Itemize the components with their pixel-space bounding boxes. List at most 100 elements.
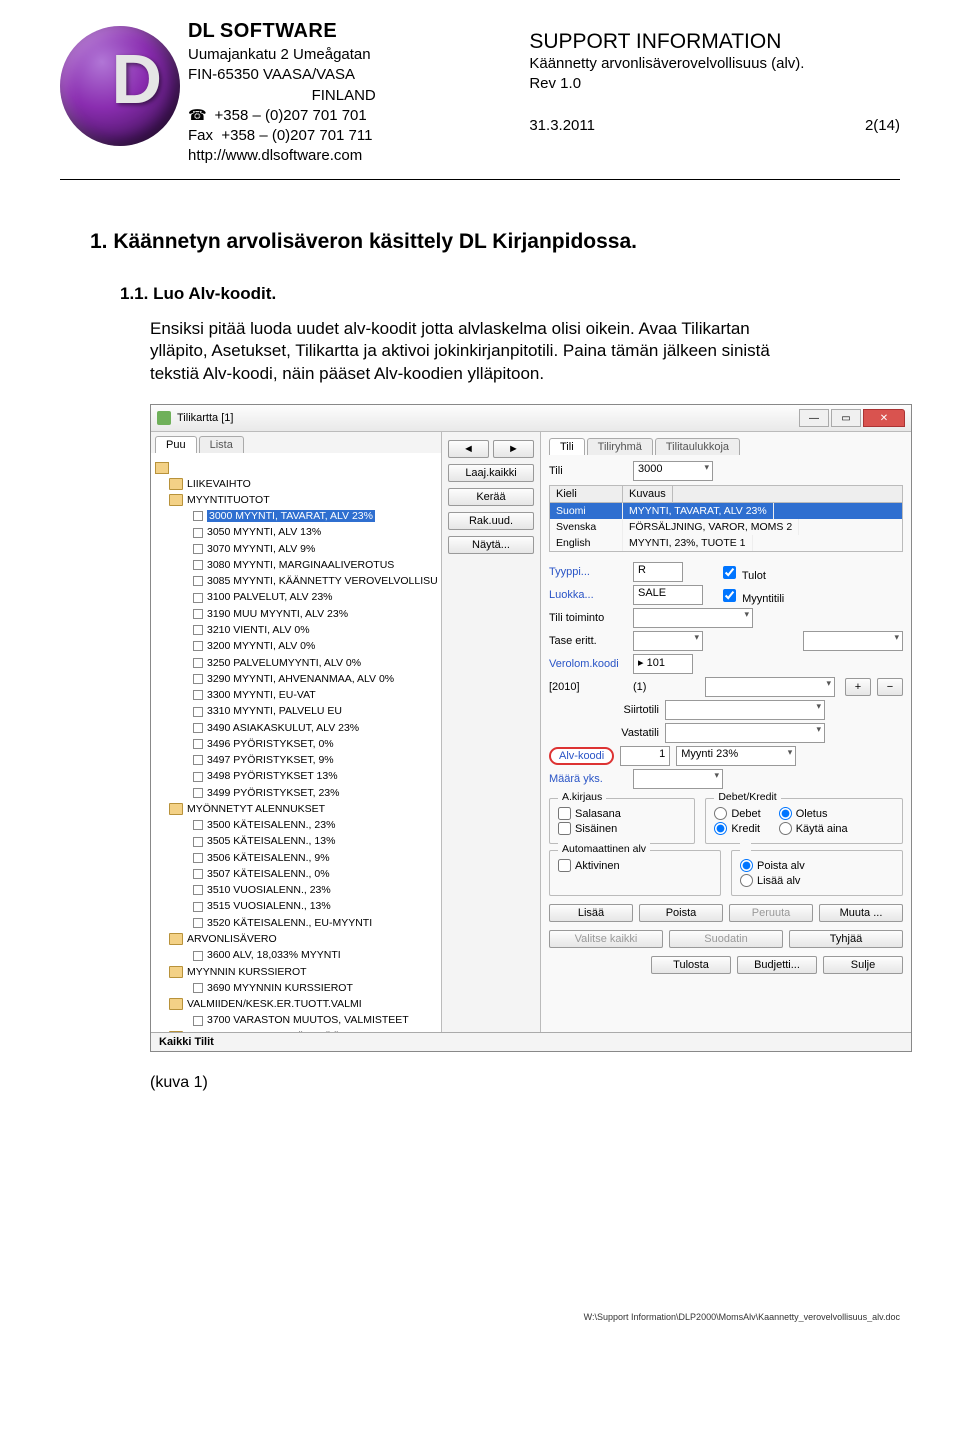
suodatin-button[interactable]: Suodatin (669, 930, 783, 948)
show-button[interactable]: Näytä... (448, 536, 534, 554)
luokka-link[interactable]: Luokka... (549, 589, 627, 601)
tree-item[interactable]: 3505 KÄTEISALENN., 13% (155, 833, 437, 849)
tase-dd2[interactable] (803, 631, 903, 651)
tab-puu[interactable]: Puu (155, 436, 197, 453)
tree-item[interactable]: 3510 VUOSIALENN., 23% (155, 882, 437, 898)
status-bar: Kaikki Tilit (151, 1032, 911, 1051)
oletus-radio[interactable] (779, 807, 792, 820)
salasana-check[interactable] (558, 807, 571, 820)
figure-caption: (kuva 1) (150, 1074, 900, 1092)
close-button[interactable]: ✕ (863, 409, 905, 427)
collapse-button[interactable]: Kerää (448, 488, 534, 506)
kredit-radio[interactable] (714, 822, 727, 835)
minus-button[interactable]: − (877, 678, 903, 696)
vasta-dd[interactable] (665, 723, 825, 743)
lisaa-button[interactable]: Lisää (549, 904, 633, 922)
maara-link[interactable]: Määrä yks. (549, 773, 627, 785)
tree-item[interactable]: 3507 KÄTEISALENN., 0% (155, 866, 437, 882)
debet-radio[interactable] (714, 807, 727, 820)
tree-item[interactable]: 3490 ASIAKASKULUT, ALV 23% (155, 720, 437, 736)
tab-tili[interactable]: Tili (549, 438, 585, 455)
tree-item[interactable]: 3498 PYÖRISTYKSET 13% (155, 768, 437, 784)
sisainen-check[interactable] (558, 822, 571, 835)
maximize-button[interactable]: ▭ (831, 409, 861, 427)
tree-item[interactable]: 3290 MYYNTI, AHVENANMAA, ALV 0% (155, 671, 437, 687)
verolom-link[interactable]: Verolom.koodi (549, 658, 627, 670)
poista-alv-radio[interactable] (740, 859, 753, 872)
tree-item[interactable]: 3200 MYYNTI, ALV 0% (155, 638, 437, 654)
alv-koodi-link[interactable]: Alv-koodi (549, 747, 614, 765)
tree-item[interactable]: 3250 PALVELUMYYNTI, ALV 0% (155, 655, 437, 671)
prev-button[interactable]: ◄ (448, 440, 489, 458)
sulje-button[interactable]: Sulje (823, 956, 903, 974)
tree-item[interactable]: VALMISTUS OMAAN KÄYTTÖÖN (155, 1029, 437, 1033)
tree-item[interactable]: 3080 MYYNTI, MARGINAALIVEROTUS (155, 557, 437, 573)
tree-root[interactable] (155, 459, 437, 475)
myyntitili-check[interactable] (723, 589, 736, 602)
budjetti-button[interactable]: Budjetti... (737, 956, 817, 974)
tree-item[interactable]: 3190 MUU MYYNTI, ALV 23% (155, 606, 437, 622)
tree-item[interactable]: 3499 PYÖRISTYKSET, 23% (155, 785, 437, 801)
tree-item[interactable]: ARVONLISÄVERO (155, 931, 437, 947)
tree-item[interactable]: 3000 MYYNTI, TAVARAT, ALV 23% (155, 508, 437, 524)
tree-item[interactable]: 3515 VUOSIALENN., 13% (155, 898, 437, 914)
tree-item[interactable]: 3496 PYÖRISTYKSET, 0% (155, 736, 437, 752)
tree-item[interactable]: 3300 MYYNTI, EU-VAT (155, 687, 437, 703)
tree-item[interactable]: 3100 PALVELUT, ALV 23% (155, 589, 437, 605)
tree-item[interactable]: 3700 VARASTON MUUTOS, VALMISTEET (155, 1012, 437, 1028)
muuta-button[interactable]: Muuta ... (819, 904, 903, 922)
tree-item[interactable]: 3310 MYYNTI, PALVELU EU (155, 703, 437, 719)
tulot-check[interactable] (723, 566, 736, 579)
expand-all-button[interactable]: Laaj.kaikki (448, 464, 534, 482)
tyyppi-field[interactable]: R (633, 562, 683, 582)
luokka-field[interactable]: SALE (633, 585, 703, 605)
account-tree[interactable]: LIIKEVAIHTOMYYNTITUOTOT3000 MYYNTI, TAVA… (151, 453, 441, 1032)
yr-dd[interactable] (705, 677, 835, 697)
lang-row[interactable]: SuomiMYYNTI, TAVARAT, ALV 23% (550, 503, 902, 519)
tree-item[interactable]: 3600 ALV, 18,033% MYYNTI (155, 947, 437, 963)
maara-dd[interactable] (633, 769, 723, 789)
tulosta-button[interactable]: Tulosta (651, 956, 731, 974)
tree-item[interactable]: MYÖNNETYT ALENNUKSET (155, 801, 437, 817)
tab-lista[interactable]: Lista (199, 436, 244, 453)
next-button[interactable]: ► (493, 440, 534, 458)
valitse-button[interactable]: Valitse kaikki (549, 930, 663, 948)
tree-item[interactable]: 3210 VIENTI, ALV 0% (155, 622, 437, 638)
tree-item[interactable]: LIIKEVAIHTO (155, 476, 437, 492)
siirto-dd[interactable] (665, 700, 825, 720)
poista-button[interactable]: Poista (639, 904, 723, 922)
alv-dd[interactable]: Myynti 23% (676, 746, 796, 766)
tree-item[interactable]: MYYNNIN KURSSIEROT (155, 964, 437, 980)
toiminto-dd[interactable] (633, 608, 753, 628)
tree-item[interactable]: 3506 KÄTEISALENN., 9% (155, 850, 437, 866)
tab-tilitaulukkoja[interactable]: Tilitaulukkoja (655, 438, 740, 455)
tree-item[interactable]: MYYNTITUOTOT (155, 492, 437, 508)
aktivinen-check[interactable] (558, 859, 571, 872)
language-table[interactable]: SuomiMYYNTI, TAVARAT, ALV 23%SvenskaFÖRS… (549, 503, 903, 552)
peruuta-button[interactable]: Peruuta (729, 904, 813, 922)
lisaa-alv-radio[interactable] (740, 874, 753, 887)
rebuild-button[interactable]: Rak.uud. (448, 512, 534, 530)
tree-item[interactable]: 3070 MYYNTI, ALV 9% (155, 541, 437, 557)
lang-row[interactable]: SvenskaFÖRSÄLJNING, VAROR, MOMS 2 (550, 519, 902, 535)
tree-item[interactable]: 3050 MYYNTI, ALV 13% (155, 524, 437, 540)
tree-item[interactable]: 3520 KÄTEISALENN., EU-MYYNTI (155, 915, 437, 931)
lang-row[interactable]: EnglishMYYNTI, 23%, TUOTE 1 (550, 535, 902, 551)
tyyppi-link[interactable]: Tyyppi... (549, 566, 627, 578)
tili-field[interactable]: 3000 (633, 461, 713, 481)
tyhjaa-button[interactable]: Tyhjää (789, 930, 903, 948)
company-name: DL SOFTWARE (188, 20, 499, 43)
tab-tiliryhma[interactable]: Tiliryhmä (587, 438, 653, 455)
tase-dd[interactable] (633, 631, 703, 651)
tree-item[interactable]: 3085 MYYNTI, KÄÄNNETTY VEROVELVOLLISU (155, 573, 437, 589)
plus-button[interactable]: + (845, 678, 871, 696)
tree-item[interactable]: 3690 MYYNNIN KURSSIEROT (155, 980, 437, 996)
tree-item[interactable]: 3497 PYÖRISTYKSET, 9% (155, 752, 437, 768)
tree-item[interactable]: VALMIIDEN/KESK.ER.TUOTT.VALMI (155, 996, 437, 1012)
doc-page: 2(14) (865, 117, 900, 134)
kayta-radio[interactable] (779, 822, 792, 835)
alv-field[interactable]: 1 (620, 746, 670, 766)
tree-item[interactable]: 3500 KÄTEISALENN., 23% (155, 817, 437, 833)
verolom-field[interactable]: ▸ 101 (633, 654, 693, 674)
minimize-button[interactable]: — (799, 409, 829, 427)
